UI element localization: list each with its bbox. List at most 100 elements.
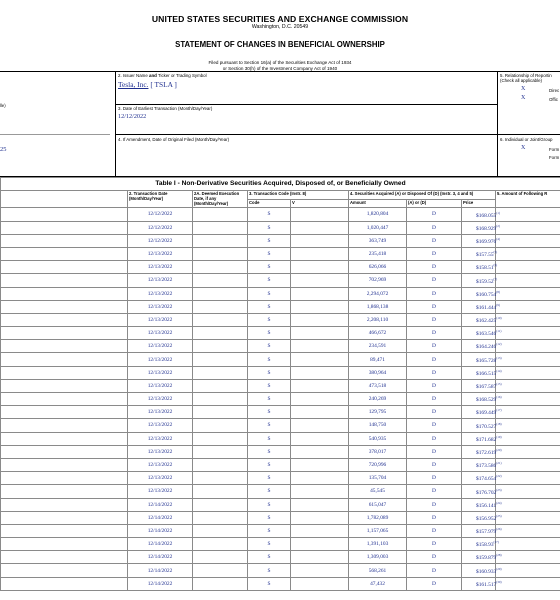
price-value: $165.728 — [476, 357, 497, 364]
price-footnote[interactable]: (24) — [496, 501, 501, 505]
v-cell — [290, 405, 349, 420]
price-footnote[interactable]: (17) — [496, 408, 501, 412]
amount-cell: 1,391,103 — [348, 537, 407, 552]
transaction-date-cell: 12/13/2022 — [127, 457, 193, 473]
price-footnote[interactable]: (12) — [496, 342, 501, 346]
price-cell: $173.586(21) — [461, 457, 502, 473]
price-cell: $165.728(13) — [461, 352, 502, 367]
security-cell — [0, 207, 128, 222]
code-cell: S — [247, 405, 291, 420]
price-footnote[interactable]: (10) — [496, 316, 501, 320]
acquired-disposed-cell: D — [406, 392, 462, 407]
col-securities-acquired: 4. Securities Acquired (A) or Disposed O… — [348, 190, 496, 200]
price-value: $163.546 — [476, 331, 497, 338]
price-footnote[interactable]: (30) — [496, 580, 501, 584]
price-footnote[interactable]: (4) — [496, 237, 500, 241]
price-footnote[interactable]: (18) — [496, 422, 501, 426]
security-cell — [0, 484, 128, 499]
price-value: $158.51 — [476, 265, 494, 272]
code-cell: S — [247, 286, 291, 301]
v-cell — [290, 537, 349, 552]
table-row: 12/14/2022 S 47,432 D $161.517(30) — [0, 576, 560, 591]
acquired-disposed-cell: D — [406, 484, 462, 499]
amount-cell: 568,261 — [348, 563, 407, 578]
acquired-disposed-cell: D — [406, 339, 462, 354]
price-footnote[interactable]: (1) — [496, 211, 500, 215]
price-cell: $156.141(24) — [461, 497, 502, 512]
price-footnote[interactable]: (23) — [496, 488, 501, 492]
security-cell — [0, 392, 128, 407]
v-cell — [290, 392, 349, 407]
security-cell — [0, 471, 128, 486]
transaction-date-cell: 12/12/2022 — [127, 233, 193, 248]
amount-following-cell — [495, 418, 560, 433]
deemed-date-cell — [192, 510, 248, 525]
price-footnote[interactable]: (8) — [496, 290, 500, 294]
amount-following-cell — [495, 378, 560, 394]
amount-following-cell — [495, 365, 560, 380]
price-footnote[interactable]: (21) — [496, 461, 501, 465]
price-footnote[interactable]: (2) — [496, 224, 500, 228]
price-footnote[interactable]: (22) — [496, 474, 501, 478]
price-footnote[interactable]: (28) — [496, 553, 501, 557]
deemed-date-cell — [192, 339, 248, 354]
price-cell: $174.654(22) — [461, 471, 502, 486]
table-row: 12/13/2022 S 702,969 D $159.52(7) — [0, 273, 560, 288]
deemed-date-cell — [192, 576, 248, 591]
table-row: 12/14/2022 S 1,782,089 D $156.952(25) — [0, 510, 560, 525]
price-footnote[interactable]: (9) — [496, 303, 500, 307]
price-footnote[interactable]: (15) — [496, 382, 501, 386]
acquired-disposed-cell: D — [406, 246, 462, 262]
price-footnote[interactable]: (20) — [496, 448, 501, 452]
price-footnote[interactable]: (16) — [496, 395, 501, 399]
price-footnote[interactable]: (11) — [496, 329, 501, 333]
table-row: 12/12/2022 S 1,020,447 D $168.929(2) — [0, 220, 560, 235]
security-cell — [0, 444, 128, 459]
deemed-date-cell — [192, 457, 248, 473]
sub-acquired-disposed: (A) or (D) — [406, 198, 462, 209]
amount-cell: 1,782,089 — [348, 510, 407, 525]
price-footnote[interactable]: (29) — [496, 567, 501, 571]
code-cell: S — [247, 352, 291, 367]
transaction-date-cell: 12/14/2022 — [127, 550, 193, 565]
price-footnote[interactable]: (27) — [494, 540, 499, 544]
issuer-ticker: [ TSLA ] — [150, 80, 177, 89]
price-footnote[interactable]: (26) — [496, 527, 501, 531]
issuer-link[interactable]: Tesla, Inc. — [118, 80, 148, 89]
address-fragment: lle) — [0, 103, 6, 108]
transaction-date-cell: 12/13/2022 — [127, 299, 193, 314]
amount-following-cell — [495, 286, 560, 301]
price-footnote[interactable]: (13) — [496, 356, 501, 360]
amount-following-cell — [495, 299, 560, 314]
code-cell: S — [247, 246, 291, 262]
deemed-date-cell — [192, 537, 248, 552]
table-title: Table I - Non-Derivative Securities Acqu… — [0, 177, 560, 191]
code-cell: S — [247, 207, 291, 222]
code-cell: S — [247, 299, 291, 314]
table-row: 12/13/2022 S 473,518 D $167.587(15) — [0, 378, 560, 394]
price-footnote[interactable]: (7) — [494, 277, 498, 281]
table-row: 12/14/2022 S 1,391,103 D $158.93(27) — [0, 537, 560, 552]
amount-cell: 148,750 — [348, 418, 407, 433]
v-cell — [290, 352, 349, 367]
price-footnote[interactable]: (5) — [494, 250, 498, 254]
code-cell: S — [247, 471, 291, 486]
acquired-disposed-cell: D — [406, 352, 462, 367]
amount-cell: 466,672 — [348, 326, 407, 341]
security-cell — [0, 286, 128, 301]
transaction-date-cell: 12/13/2022 — [127, 312, 193, 328]
earliest-transaction-value: 12/12/2022 — [118, 113, 147, 120]
price-footnote[interactable]: (6) — [494, 263, 498, 267]
price-footnote[interactable]: (14) — [496, 369, 501, 373]
security-cell — [0, 365, 128, 380]
amount-cell: 1,868,138 — [348, 299, 407, 314]
acquired-disposed-cell: D — [406, 312, 462, 328]
officer-label: Offic — [549, 97, 558, 102]
amount-following-cell — [495, 246, 560, 262]
deemed-date-cell — [192, 378, 248, 394]
price-value: $161.444 — [476, 304, 497, 311]
amount-cell: 47,432 — [348, 576, 407, 591]
price-footnote[interactable]: (25) — [496, 514, 501, 518]
price-footnote[interactable]: (19) — [496, 435, 501, 439]
deemed-date-cell — [192, 233, 248, 248]
